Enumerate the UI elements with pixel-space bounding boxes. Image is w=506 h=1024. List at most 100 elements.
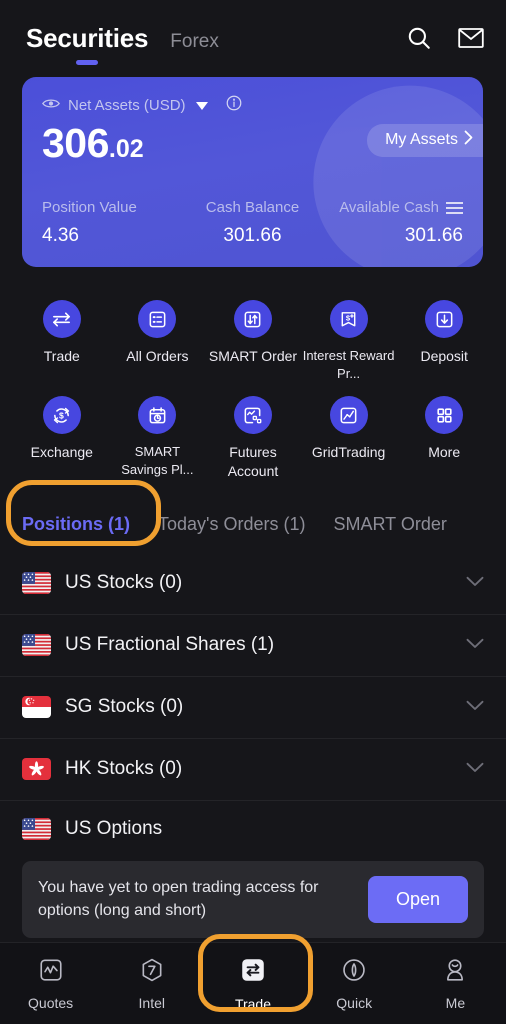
chevron-down-icon[interactable] — [195, 101, 208, 110]
net-assets-row[interactable]: Net Assets (USD) — [42, 95, 463, 116]
quick-action-more-label: More — [428, 444, 461, 461]
header-actions — [406, 25, 484, 51]
tab-securities[interactable]: Securities — [26, 22, 149, 65]
search-icon[interactable] — [406, 25, 432, 51]
position-row-hk-stocks[interactable]: HK Stocks (0) — [0, 739, 506, 801]
quick-action-trade-label: Trade — [43, 348, 80, 364]
quick-action-smart-savings-label: SMART Savings Pl... — [121, 444, 194, 477]
grid-chart-icon — [329, 396, 368, 435]
intel-hexagon-icon — [139, 957, 165, 988]
dollar-reward-banner-icon: $ — [329, 300, 368, 338]
quick-action-futures-account-label: Futures Account — [227, 444, 279, 479]
us-options-title: US Options — [65, 817, 163, 839]
tab-smart-order[interactable]: SMART Order — [334, 514, 447, 535]
eye-icon[interactable] — [42, 97, 60, 115]
tab-securities-label: Securities — [26, 22, 149, 53]
position-row-us-fractional-shares[interactable]: US Fractional Shares (1) — [0, 615, 506, 677]
hk-flag-icon — [22, 758, 51, 781]
quick-action-futures-account[interactable]: Futures Account — [205, 390, 301, 481]
quick-action-all-orders[interactable]: All Orders — [110, 294, 206, 382]
quick-action-gridtrading[interactable]: GridTrading — [301, 390, 397, 481]
chevron-down-icon[interactable] — [466, 698, 484, 716]
nav-item-intel-label: Intel — [138, 994, 166, 1011]
position-row-label: SG Stocks (0) — [65, 696, 184, 718]
chevron-down-icon[interactable] — [466, 574, 484, 592]
active-tab-underline — [76, 59, 99, 65]
quick-diamond-icon — [341, 957, 367, 988]
nav-item-quotes-label: Quotes — [28, 994, 74, 1011]
quick-action-trade[interactable]: Trade — [14, 294, 110, 382]
quick-action-smart-order-label: SMART Order — [208, 348, 298, 364]
quick-action-more[interactable]: More — [396, 390, 492, 481]
chevron-right-icon — [464, 130, 473, 150]
nav-item-quotes[interactable]: Quotes — [0, 957, 101, 1011]
position-row-label: US Stocks (0) — [65, 572, 183, 594]
amount-decimal: .02 — [108, 135, 144, 163]
stat-position-value-label: Position Value — [42, 199, 137, 216]
my-assets-label: My Assets — [385, 131, 458, 148]
card-stats: Position Value 4.36 Cash Balance 301.66 … — [42, 199, 463, 247]
mail-icon[interactable] — [458, 26, 484, 50]
net-assets-label: Net Assets (USD) — [68, 97, 186, 114]
us-flag-icon — [22, 634, 51, 657]
quick-action-interest-reward[interactable]: $ Interest Reward Pr... — [301, 294, 397, 382]
tab-positions[interactable]: Positions (1) — [22, 514, 130, 535]
list-document-icon — [138, 300, 177, 338]
position-row-us-stocks[interactable]: US Stocks (0) — [0, 553, 506, 615]
quick-action-gridtrading-label: GridTrading — [311, 444, 386, 461]
open-options-button[interactable]: Open — [367, 875, 468, 923]
nav-item-intel[interactable]: Intel — [101, 957, 202, 1011]
my-assets-button[interactable]: My Assets — [367, 124, 483, 157]
position-row-sg-stocks[interactable]: SG Stocks (0) — [0, 677, 506, 739]
stat-position-value-amount: 4.36 — [42, 225, 79, 246]
quick-action-smart-savings[interactable]: SMART Savings Pl... — [110, 390, 206, 481]
svg-text:$: $ — [346, 313, 351, 322]
trade-exchange-icon — [239, 956, 267, 989]
chevron-down-icon[interactable] — [466, 636, 484, 654]
nav-item-quick[interactable]: Quick — [304, 957, 405, 1011]
options-access-banner: You have yet to open trading access for … — [22, 860, 484, 938]
dollar-refresh-icon: $ — [42, 396, 81, 435]
amount-integer: 306 — [42, 120, 109, 166]
four-squares-icon — [425, 396, 464, 435]
chart-nodes-icon — [233, 396, 272, 435]
quotes-chart-icon — [38, 957, 64, 988]
sg-flag-icon — [22, 696, 51, 719]
exchange-arrows-icon — [42, 300, 81, 338]
nav-item-trade-label: Trade — [234, 995, 272, 1012]
positions-list: US Stocks (0) US Fractional Shares (1) S… — [0, 553, 506, 801]
nav-item-me[interactable]: Me — [405, 957, 506, 1011]
quick-actions-row-2: $ Exchange SMART Savings Pl... Futures A… — [0, 390, 506, 481]
quick-action-smart-order[interactable]: SMART Order — [205, 294, 301, 382]
calendar-clock-icon — [138, 396, 177, 435]
us-flag-icon — [22, 817, 51, 840]
hamburger-icon[interactable] — [445, 201, 463, 214]
profile-person-icon — [442, 957, 468, 988]
position-row-label: US Fractional Shares (1) — [65, 634, 275, 656]
bottom-navigation: Quotes Intel Trade Quick Me — [0, 942, 506, 1024]
tab-todays-orders[interactable]: Today's Orders (1) — [158, 514, 305, 535]
download-box-icon — [425, 300, 464, 338]
quick-actions-row-1: Trade All Orders SMART Order $ Interest … — [0, 294, 506, 382]
stat-available-cash: Available Cash 301.66 — [323, 199, 463, 247]
header-tabs: Securities Forex — [26, 22, 219, 65]
updown-arrows-box-icon — [233, 300, 272, 338]
stat-available-cash-label: Available Cash — [339, 199, 439, 216]
info-icon[interactable] — [226, 95, 242, 116]
quick-action-exchange[interactable]: $ Exchange — [14, 390, 110, 481]
stat-available-cash-amount: 301.66 — [404, 225, 463, 246]
stat-available-cash-label-wrap: Available Cash — [323, 199, 463, 216]
quick-action-deposit[interactable]: Deposit — [396, 294, 492, 382]
quick-action-deposit-label: Deposit — [420, 348, 468, 364]
position-row-label: HK Stocks (0) — [65, 758, 183, 780]
nav-item-me-label: Me — [445, 994, 466, 1011]
stat-cash-balance: Cash Balance 301.66 — [182, 199, 322, 247]
us-options-header[interactable]: US Options — [0, 801, 506, 857]
stat-cash-balance-label: Cash Balance — [205, 199, 300, 216]
net-assets-card[interactable]: Net Assets (USD) 306.02 My Assets Positi… — [22, 77, 483, 267]
tab-forex[interactable]: Forex — [170, 31, 219, 53]
nav-item-trade[interactable]: Trade — [202, 956, 303, 1012]
quick-action-all-orders-label: All Orders — [126, 348, 189, 364]
positions-tab-bar: Positions (1) Today's Orders (1) SMART O… — [0, 503, 506, 547]
chevron-down-icon[interactable] — [466, 760, 484, 778]
